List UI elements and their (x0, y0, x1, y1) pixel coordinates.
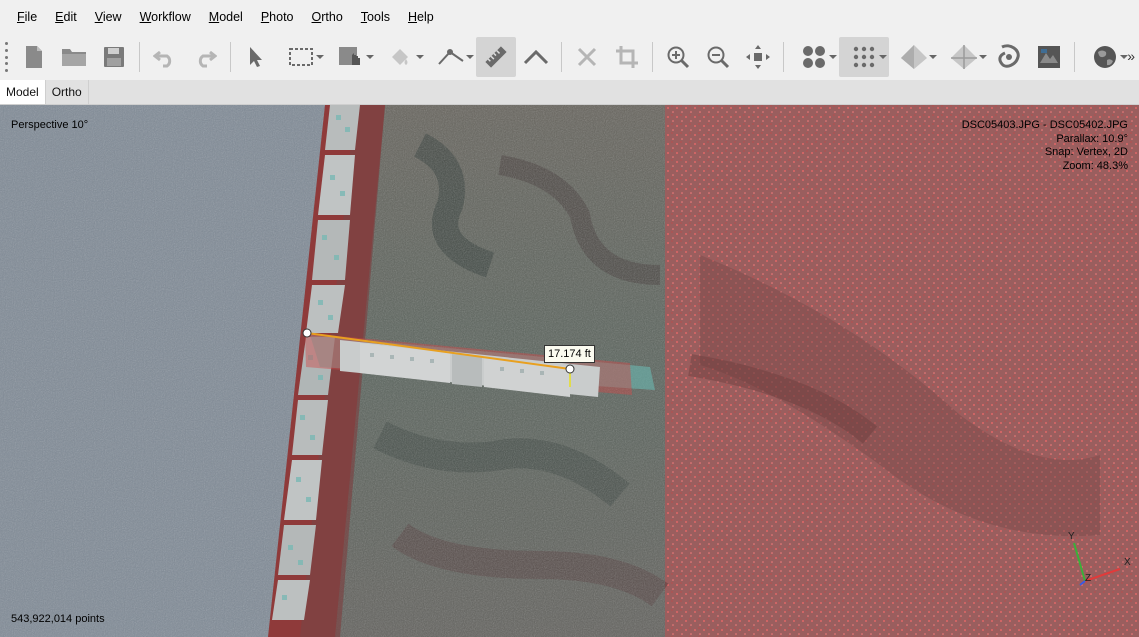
model-viewport[interactable]: X Y Z Perspective 10° DSC05403.JPG - DSC… (0, 105, 1139, 637)
toolbar-grip[interactable] (2, 42, 10, 72)
view-info-overlay: DSC05403.JPG - DSC05402.JPG Parallax: 10… (962, 119, 1128, 173)
menu-tools[interactable]: Tools (352, 0, 399, 34)
delete-icon[interactable] (567, 37, 607, 77)
model-textured-icon[interactable] (939, 37, 989, 77)
new-document-icon[interactable] (14, 37, 54, 77)
photo-pair-label: DSC05403.JPG - DSC05402.JPG (961, 119, 1128, 131)
toolbar-separator (1074, 42, 1075, 72)
menu-model[interactable]: Model (200, 0, 252, 34)
paint-fill-icon[interactable] (376, 37, 426, 77)
model-solid-icon[interactable] (889, 37, 939, 77)
tab-model[interactable]: Model (0, 80, 46, 104)
tiled-model-icon[interactable] (989, 37, 1029, 77)
save-icon[interactable] (94, 37, 134, 77)
polyline-tool-icon[interactable] (426, 37, 476, 77)
menu-edit[interactable]: Edit (46, 0, 86, 34)
reset-view-icon[interactable] (738, 37, 778, 77)
toolbar-separator (783, 42, 784, 72)
tab-ortho[interactable]: Ortho (46, 80, 89, 104)
axis-y-label: Y (1068, 531, 1075, 542)
angle-tool-icon[interactable] (516, 37, 556, 77)
projection-label: Perspective 10° (11, 119, 89, 131)
dense-cloud-icon[interactable] (839, 37, 889, 77)
undo-icon[interactable] (145, 37, 185, 77)
crop-icon[interactable] (607, 37, 647, 77)
dem-icon[interactable] (1029, 37, 1069, 77)
redo-icon[interactable] (185, 37, 225, 77)
toolbar-overflow-button[interactable]: » (1127, 48, 1135, 64)
menu-workflow[interactable]: Workflow (131, 0, 200, 34)
menu-help[interactable]: Help (399, 0, 443, 34)
draw-shape-icon[interactable] (326, 37, 376, 77)
view-tab-bar: Model Ortho (0, 80, 1139, 105)
anaglyph-scene: X Y Z (0, 105, 1139, 637)
toolbar-separator (139, 42, 140, 72)
zoom-label: Zoom: 48.3% (1062, 159, 1128, 172)
measurement-start-point[interactable] (302, 328, 312, 338)
menu-view[interactable]: View (86, 0, 131, 34)
zoom-out-icon[interactable] (698, 37, 738, 77)
measurement-value-label: 17.174 ft (544, 345, 595, 363)
point-count-label: 543,922,014 points (11, 612, 105, 625)
measurement-end-point[interactable] (565, 364, 575, 374)
toolbar-separator (230, 42, 231, 72)
ruler-icon[interactable] (476, 37, 516, 77)
menu-ortho[interactable]: Ortho (303, 0, 352, 34)
main-toolbar: » (0, 34, 1139, 80)
globe-icon[interactable] (1080, 37, 1130, 77)
axis-x-label: X (1124, 557, 1131, 568)
parallax-label: Parallax: 10.9° (1056, 132, 1128, 145)
point-cloud-icon[interactable] (789, 37, 839, 77)
navigation-arrow-icon[interactable] (236, 37, 276, 77)
toolbar-separator (561, 42, 562, 72)
menu-photo[interactable]: Photo (252, 0, 303, 34)
menu-bar: File Edit View Workflow Model Photo Orth… (0, 0, 1139, 34)
open-folder-icon[interactable] (54, 37, 94, 77)
snap-label: Snap: Vertex, 2D (1044, 146, 1128, 158)
toolbar-separator (652, 42, 653, 72)
rectangle-selection-icon[interactable] (276, 37, 326, 77)
axis-z-label: Z (1085, 573, 1091, 584)
menu-file[interactable]: File (8, 0, 46, 34)
zoom-in-icon[interactable] (658, 37, 698, 77)
